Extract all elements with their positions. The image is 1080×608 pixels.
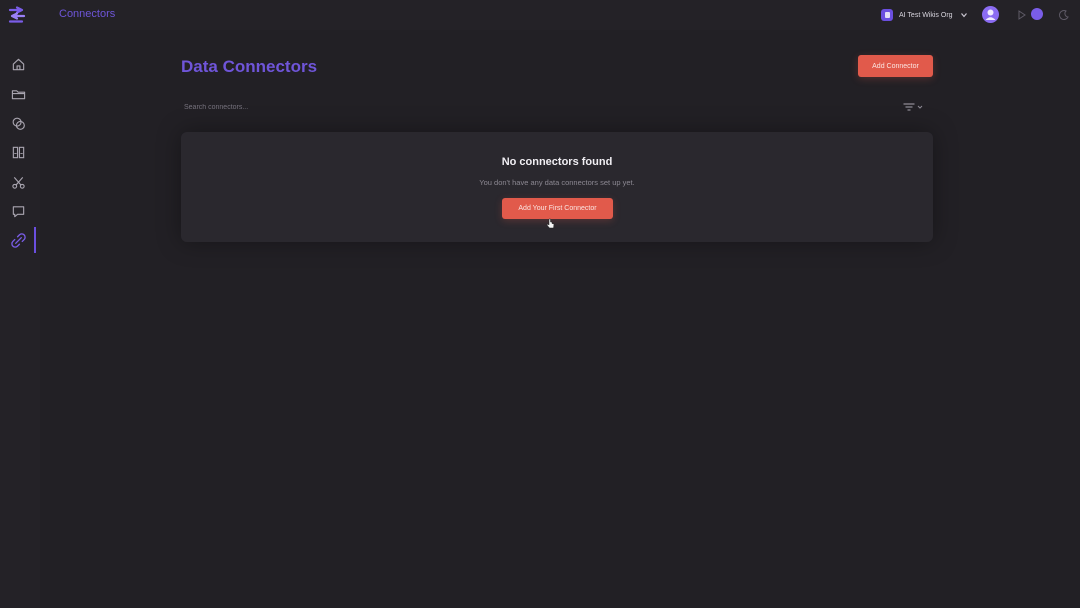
search-input[interactable] xyxy=(184,99,484,115)
sidebar-item-chats[interactable] xyxy=(0,110,36,136)
top-bar: Connectors AI Test Wikis Org xyxy=(0,0,1080,30)
add-connector-button[interactable]: Add Connector xyxy=(858,55,933,77)
sidebar-item-messages[interactable] xyxy=(0,198,36,224)
moon-icon[interactable] xyxy=(1058,9,1070,21)
org-name: AI Test Wikis Org xyxy=(899,11,953,19)
breadcrumb[interactable]: Connectors xyxy=(59,8,115,20)
chevron-down-icon xyxy=(960,13,967,18)
mouse-cursor-icon xyxy=(546,218,555,229)
play-icon[interactable] xyxy=(1017,9,1027,21)
empty-state-card xyxy=(181,132,933,242)
filter-button[interactable] xyxy=(903,101,925,113)
org-icon xyxy=(881,9,893,21)
sidebar-item-connectors[interactable] xyxy=(0,227,36,253)
message-icon xyxy=(12,205,24,217)
org-switcher[interactable]: AI Test Wikis Org xyxy=(881,7,969,23)
sidebar-item-home[interactable] xyxy=(0,51,36,77)
empty-state-description: You don't have any data connectors set u… xyxy=(479,178,635,187)
folder-icon xyxy=(11,89,25,99)
logo-icon[interactable] xyxy=(7,6,27,24)
empty-state-title: No connectors found xyxy=(501,156,613,168)
page-title: Data Connectors xyxy=(181,57,318,76)
home-icon xyxy=(12,58,24,70)
link-icon xyxy=(10,232,26,248)
filter-icon xyxy=(903,103,915,111)
user-icon xyxy=(985,9,996,20)
chat-icon xyxy=(12,117,25,130)
sidebar xyxy=(0,30,40,608)
chevron-down-icon xyxy=(917,105,923,109)
avatar[interactable] xyxy=(982,6,999,23)
sidebar-item-files[interactable] xyxy=(0,81,36,107)
status-indicator[interactable] xyxy=(1031,8,1043,20)
add-first-connector-button[interactable]: Add Your First Connector xyxy=(502,198,613,219)
